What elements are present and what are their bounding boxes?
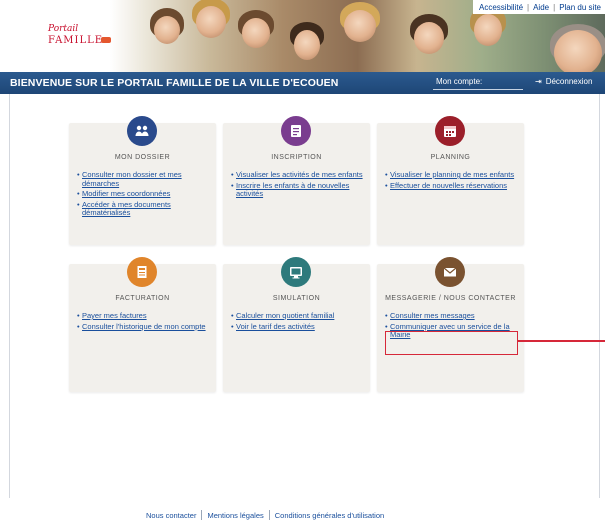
link-activity-rates[interactable]: Voir le tarif des activités xyxy=(231,322,365,332)
card-title: Facturation xyxy=(115,295,170,302)
card-title: Inscription xyxy=(271,154,322,161)
card-title: Mon dossier xyxy=(114,154,171,161)
card-facturation: Facturation Payer mes factures Consulter… xyxy=(69,257,216,392)
card-title: Messagerie / nous contacter xyxy=(385,295,516,302)
portal-famille-logo[interactable]: Portail FAMILLE xyxy=(48,24,128,52)
welcome-title: BIENVENUE SUR LE PORTAIL FAMILLE DE LA V… xyxy=(10,77,339,89)
card-title: Simulation xyxy=(272,295,321,302)
top-links: Accessibilité | Aide | Plan du site xyxy=(473,0,605,14)
link-view-planning[interactable]: Visualiser le planning de mes enfants xyxy=(385,170,519,180)
highlight-pointer-line xyxy=(518,340,605,342)
link-account-history[interactable]: Consulter l'historique de mon compte xyxy=(77,322,211,332)
envelope-icon[interactable] xyxy=(435,257,465,287)
account-label: Mon compte: xyxy=(436,77,483,86)
link-calc-quotient[interactable]: Calculer mon quotient familial xyxy=(231,311,365,321)
link-list: Payer mes factures Consulter l'historiqu… xyxy=(77,311,211,333)
welcome-bar: BIENVENUE SUR LE PORTAIL FAMILLE DE LA V… xyxy=(0,72,605,94)
link-list: Calculer mon quotient familial Voir le t… xyxy=(231,311,365,333)
edit-document-icon[interactable] xyxy=(281,116,311,146)
link-consult-messages[interactable]: Consulter mes messages xyxy=(385,311,519,321)
link-register-activities[interactable]: Inscrire les enfants à de nouvelles acti… xyxy=(231,181,365,199)
card-planning: Planning Visualiser le planning de mes e… xyxy=(377,116,524,245)
link-list: Consulter mon dossier et mes démarches M… xyxy=(77,170,211,220)
link-modify-coordinates[interactable]: Modifier mes coordonnées xyxy=(77,189,211,199)
link-list: Visualiser les activités de mes enfants … xyxy=(231,170,365,201)
card-simulation: Simulation Calculer mon quotient familia… xyxy=(223,257,370,392)
invoice-icon[interactable] xyxy=(127,257,157,287)
header: Portail FAMILLE Accessibilité | Aide | P… xyxy=(0,0,605,72)
calendar-icon[interactable] xyxy=(435,116,465,146)
card-title: Planning xyxy=(430,154,471,161)
family-icon[interactable] xyxy=(127,116,157,146)
link-pay-invoices[interactable]: Payer mes factures xyxy=(77,311,211,321)
footer-links: Nous contacter Mentions légales Conditio… xyxy=(146,510,384,520)
portal-page: Portail FAMILLE Accessibilité | Aide | P… xyxy=(0,0,605,527)
card-messagerie: Messagerie / nous contacter Consulter me… xyxy=(377,257,524,392)
link-view-activities[interactable]: Visualiser les activités de mes enfants xyxy=(231,170,365,180)
contact-link[interactable]: Nous contacter xyxy=(146,511,196,520)
highlight-box xyxy=(385,331,518,355)
sitemap-link[interactable]: Plan du site xyxy=(559,3,601,12)
calculator-screen-icon[interactable] xyxy=(281,257,311,287)
help-link[interactable]: Aide xyxy=(533,3,549,12)
link-consult-dossier[interactable]: Consulter mon dossier et mes démarches xyxy=(77,170,211,188)
link-documents[interactable]: Accéder à mes documents dématérialisés xyxy=(77,200,211,218)
terms-link[interactable]: Conditions générales d'utilisation xyxy=(275,511,384,520)
logo-mark xyxy=(101,37,111,43)
card-inscription: Inscription Visualiser les activités de … xyxy=(223,116,370,245)
logout-link[interactable]: ⇥ Déconnexion xyxy=(535,77,592,86)
legal-link[interactable]: Mentions légales xyxy=(207,511,263,520)
link-list: Visualiser le planning de mes enfants Ef… xyxy=(385,170,519,192)
footer: Nous contacter Mentions légales Conditio… xyxy=(0,498,605,527)
link-new-reservations[interactable]: Effectuer de nouvelles réservations xyxy=(385,181,519,191)
logout-icon: ⇥ xyxy=(535,77,542,86)
accessibility-link[interactable]: Accessibilité xyxy=(479,3,523,12)
card-mon-dossier: Mon dossier Consulter mon dossier et mes… xyxy=(69,116,216,245)
